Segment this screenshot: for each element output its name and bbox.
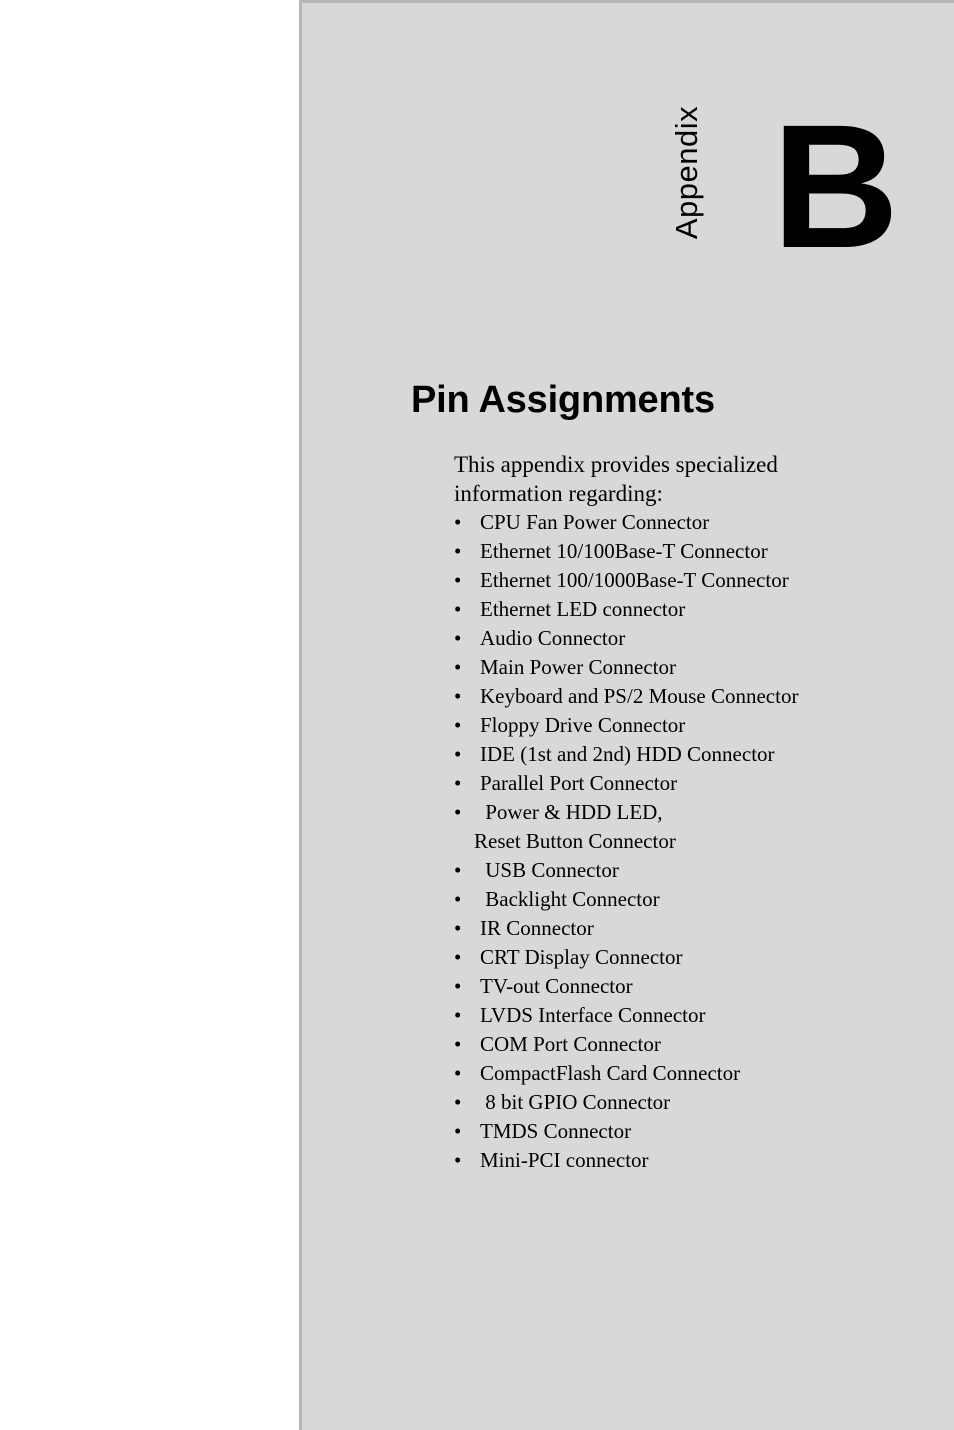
list-item-label: USB Connector — [480, 858, 619, 882]
bullet-icon: • — [454, 742, 462, 766]
page-sheet: Appendix B Pin Assignments This appendix… — [299, 0, 954, 1430]
list-item: • Ethernet 10/100Base-T Connector — [454, 537, 934, 566]
list-item: • USB Connector — [454, 856, 934, 885]
list-item: • IR Connector — [454, 914, 934, 943]
bullet-icon: • — [454, 1032, 462, 1056]
left-page-margin — [0, 0, 299, 1430]
list-item: • Ethernet LED connector — [454, 595, 934, 624]
list-item: • Power & HDD LED, Reset Button Connector — [454, 798, 934, 856]
list-item: • TV-out Connector — [454, 972, 934, 1001]
list-item-label: CPU Fan Power Connector — [480, 510, 710, 534]
list-item: • CPU Fan Power Connector — [454, 508, 934, 537]
list-item-label: TV-out Connector — [480, 974, 633, 998]
list-item-label: Keyboard and PS/2 Mouse Connector — [480, 684, 799, 708]
list-item-label: CompactFlash Card Connector — [480, 1061, 741, 1085]
bullet-icon: • — [454, 626, 462, 650]
bullet-icon: • — [454, 1061, 462, 1085]
bullet-icon: • — [454, 713, 462, 737]
list-item: • Ethernet 100/1000Base-T Connector — [454, 566, 934, 595]
list-item: • Backlight Connector — [454, 885, 934, 914]
list-item: • 8 bit GPIO Connector — [454, 1088, 934, 1117]
list-item-label: Backlight Connector — [480, 887, 660, 911]
bullet-icon: • — [454, 771, 462, 795]
list-item: • Parallel Port Connector — [454, 769, 934, 798]
bullet-icon: • — [454, 916, 462, 940]
list-item-label: Power & HDD LED, — [480, 800, 663, 824]
list-item-label: CRT Display Connector — [480, 945, 683, 969]
list-item-label: Main Power Connector — [480, 655, 676, 679]
list-item-label: COM Port Connector — [480, 1032, 661, 1056]
page-title: Pin Assignments — [411, 379, 715, 422]
list-item-label: IDE (1st and 2nd) HDD Connector — [480, 742, 775, 766]
list-item-label: Floppy Drive Connector — [480, 713, 686, 737]
list-item: • TMDS Connector — [454, 1117, 934, 1146]
list-item-label: Ethernet LED connector — [480, 597, 686, 621]
list-item: • Main Power Connector — [454, 653, 934, 682]
list-item: • CRT Display Connector — [454, 943, 934, 972]
appendix-header: Appendix B — [302, 3, 954, 303]
list-item-label: Parallel Port Connector — [480, 771, 678, 795]
bullet-icon: • — [454, 887, 462, 911]
list-item: • Mini-PCI connector — [454, 1146, 934, 1175]
bullet-icon: • — [454, 539, 462, 563]
bullet-icon: • — [454, 1119, 462, 1143]
list-item-label: Ethernet 100/1000Base-T Connector — [480, 568, 789, 592]
list-item: • Keyboard and PS/2 Mouse Connector — [454, 682, 934, 711]
bullet-icon: • — [454, 597, 462, 621]
list-item: • CompactFlash Card Connector — [454, 1059, 934, 1088]
bullet-icon: • — [454, 1090, 462, 1114]
bullet-icon: • — [454, 945, 462, 969]
bullet-icon: • — [454, 568, 462, 592]
list-item-label: TMDS Connector — [480, 1119, 632, 1143]
appendix-label: Appendix — [669, 105, 705, 239]
bullet-icon: • — [454, 510, 462, 534]
list-item-label: Mini-PCI connector — [480, 1148, 649, 1172]
list-item: • COM Port Connector — [454, 1030, 934, 1059]
list-item-label: 8 bit GPIO Connector — [480, 1090, 671, 1114]
appendix-label-text: Appendix — [669, 105, 705, 239]
topic-list: • CPU Fan Power Connector • Ethernet 10/100… — [454, 508, 934, 1175]
bullet-icon: • — [454, 800, 462, 824]
bullet-icon: • — [454, 858, 462, 882]
list-item: • IDE (1st and 2nd) HDD Connector — [454, 740, 934, 769]
list-item-label: Ethernet 10/100Base-T Connector — [480, 539, 768, 563]
list-item-label: IR Connector — [480, 916, 594, 940]
bullet-icon: • — [454, 1003, 462, 1027]
intro-paragraph: This appendix provides specialized infor… — [454, 452, 778, 506]
bullet-icon: • — [454, 655, 462, 679]
list-item: • Floppy Drive Connector — [454, 711, 934, 740]
list-item: • Audio Connector — [454, 624, 934, 653]
bullet-icon: • — [454, 684, 462, 708]
appendix-letter: B — [772, 89, 899, 285]
bullet-icon: • — [454, 974, 462, 998]
list-item-label-line2: Reset Button Connector — [474, 829, 676, 853]
list-item: • LVDS Interface Connector — [454, 1001, 934, 1030]
list-item-label: Audio Connector — [480, 626, 626, 650]
list-item-label: LVDS Interface Connector — [480, 1003, 706, 1027]
bullet-icon: • — [454, 1148, 462, 1172]
